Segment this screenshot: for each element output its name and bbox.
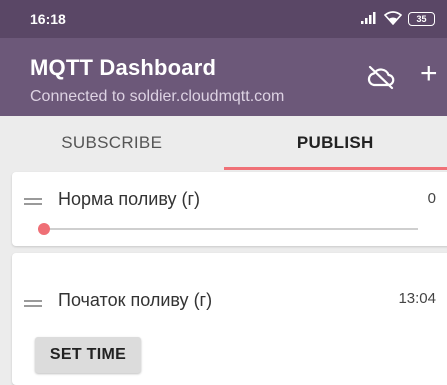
tab-bar: SUBSCRIBE PUBLISH bbox=[0, 116, 447, 170]
status-time: 16:18 bbox=[30, 11, 66, 27]
drag-handle-icon[interactable] bbox=[24, 198, 42, 208]
value-slider[interactable] bbox=[38, 222, 418, 236]
tab-subscribe[interactable]: SUBSCRIBE bbox=[0, 116, 224, 170]
tab-publish[interactable]: PUBLISH bbox=[223, 116, 447, 170]
app-title: MQTT Dashboard bbox=[30, 55, 217, 80]
publish-card-slider: Норма поливу (г) 0 bbox=[12, 172, 447, 246]
signal-icon bbox=[360, 11, 378, 28]
slider-thumb[interactable] bbox=[38, 223, 50, 235]
drag-handle-icon[interactable] bbox=[24, 300, 42, 310]
status-bar: 16:18 35 bbox=[0, 0, 447, 38]
status-icons: 35 bbox=[360, 10, 435, 28]
card-title: Початок поливу (г) bbox=[58, 290, 213, 310]
card-title: Норма поливу (г) bbox=[58, 189, 201, 209]
publish-card-time: Початок поливу (г) 13:04 SET TIME bbox=[12, 253, 447, 385]
wifi-icon bbox=[383, 10, 403, 28]
card-value: 13:04 bbox=[398, 290, 436, 307]
battery-icon: 35 bbox=[408, 12, 435, 26]
set-time-button[interactable]: SET TIME bbox=[35, 337, 141, 373]
app-bar: MQTT Dashboard Connected to soldier.clou… bbox=[0, 38, 447, 116]
cloud-off-icon[interactable] bbox=[366, 64, 396, 90]
card-value: 0 bbox=[427, 190, 436, 207]
connection-subtitle: Connected to soldier.cloudmqtt.com bbox=[30, 88, 285, 105]
add-icon[interactable]: + bbox=[420, 59, 444, 90]
slider-track bbox=[38, 228, 418, 230]
